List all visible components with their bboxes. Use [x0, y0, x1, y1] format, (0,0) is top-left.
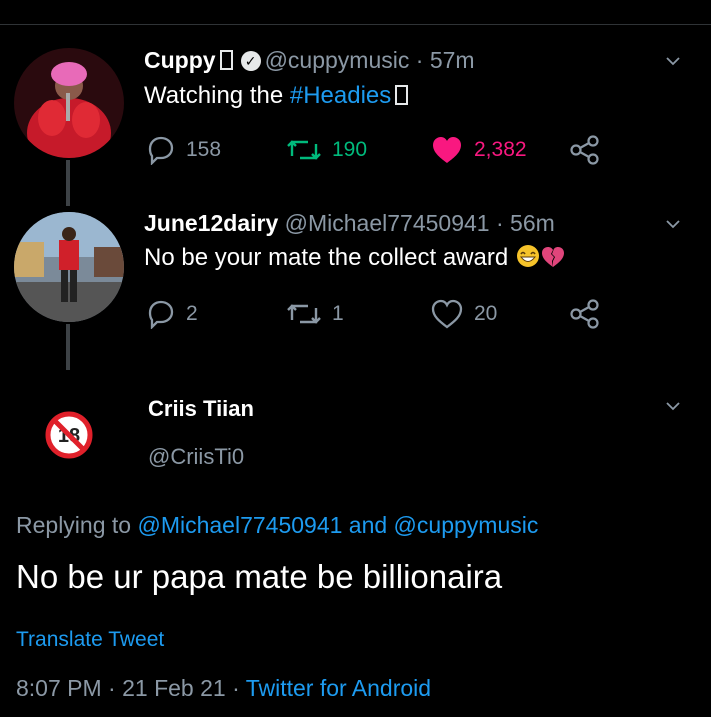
- author-handle[interactable]: @Michael77450941: [285, 210, 490, 236]
- like-button[interactable]: 20: [430, 296, 497, 332]
- share-icon[interactable]: [568, 134, 602, 166]
- no-under-18-icon: 18: [45, 411, 93, 459]
- avatar[interactable]: [14, 212, 124, 322]
- replying-users-link[interactable]: @Michael77450941 and @cuppymusic: [137, 512, 538, 538]
- emoji-glyph: [219, 50, 233, 70]
- tweet-text-body: No be your mate the collect award: [144, 244, 509, 271]
- share-icon[interactable]: [568, 298, 602, 330]
- reply-icon: [148, 136, 174, 165]
- retweet-button[interactable]: 1: [286, 296, 344, 332]
- tweet-actions: 2 1 20: [144, 296, 614, 332]
- reply-button[interactable]: 2: [144, 296, 198, 332]
- author-name[interactable]: Criis Tiian: [148, 396, 254, 422]
- author-name[interactable]: Cuppy: [144, 47, 216, 73]
- tweet-text: Watching the #Headies: [144, 82, 412, 110]
- avatar[interactable]: 18: [44, 410, 94, 460]
- replying-to: Replying to @Michael77450941 and @cuppym…: [16, 512, 538, 539]
- reply-button[interactable]: 158: [144, 132, 221, 168]
- like-icon: [431, 299, 463, 329]
- tweet-text: No be ur papa mate be billionaira: [16, 558, 503, 595]
- chevron-down-icon[interactable]: [665, 398, 681, 414]
- top-divider: [0, 24, 711, 25]
- retweet-count: 1: [332, 302, 344, 325]
- tweet-header: June12dairy @Michael77450941 · 56m: [144, 210, 555, 237]
- like-count: 2,382: [474, 138, 527, 161]
- tweet-actions: 158 190 2,382: [144, 132, 614, 168]
- replying-prefix: Replying to: [16, 512, 132, 538]
- avatar[interactable]: [14, 48, 124, 158]
- translate-tweet-link[interactable]: Translate Tweet: [16, 628, 164, 652]
- author-handle[interactable]: @CriisTi0: [148, 444, 244, 470]
- retweet-count: 190: [332, 138, 368, 161]
- like-count: 20: [474, 302, 498, 325]
- broken-heart-icon: [541, 247, 564, 267]
- thread-line: [66, 160, 70, 206]
- reply-count: 158: [186, 138, 222, 161]
- author-handle[interactable]: @cuppymusic: [265, 47, 410, 73]
- chevron-down-icon[interactable]: [665, 216, 681, 232]
- author-name[interactable]: June12dairy: [144, 210, 278, 236]
- retweet-icon: [287, 140, 321, 160]
- hashtag-link[interactable]: #Headies: [290, 82, 391, 109]
- retweet-icon: [287, 304, 321, 324]
- retweet-button[interactable]: 190: [286, 132, 367, 168]
- verified-icon: ✓: [240, 51, 261, 71]
- thread-line: [66, 324, 70, 370]
- tweet-footer: 8:07 PM · 21 Feb 21 · Twitter for Androi…: [16, 675, 431, 702]
- timestamp[interactable]: 8:07 PM · 21 Feb 21 ·: [16, 675, 246, 701]
- tweet-header: Cuppy ✓ @cuppymusic · 57m: [144, 47, 475, 74]
- tweet-text-prefix: Watching the: [144, 82, 290, 109]
- tweet-time[interactable]: 57m: [430, 47, 475, 73]
- separator: ·: [409, 47, 430, 73]
- tweet-time[interactable]: 56m: [510, 210, 555, 236]
- like-button[interactable]: 2,382: [430, 132, 527, 168]
- tweet-text: No be your mate the collect award: [144, 244, 565, 272]
- laughing-emoji-icon: [516, 245, 539, 267]
- source-link[interactable]: Twitter for Android: [246, 675, 431, 701]
- reply-count: 2: [186, 302, 198, 325]
- like-icon: [433, 137, 461, 163]
- chevron-down-icon[interactable]: [665, 53, 681, 69]
- reply-icon: [148, 300, 174, 329]
- emoji-glyph: [395, 85, 409, 105]
- separator: ·: [489, 210, 511, 236]
